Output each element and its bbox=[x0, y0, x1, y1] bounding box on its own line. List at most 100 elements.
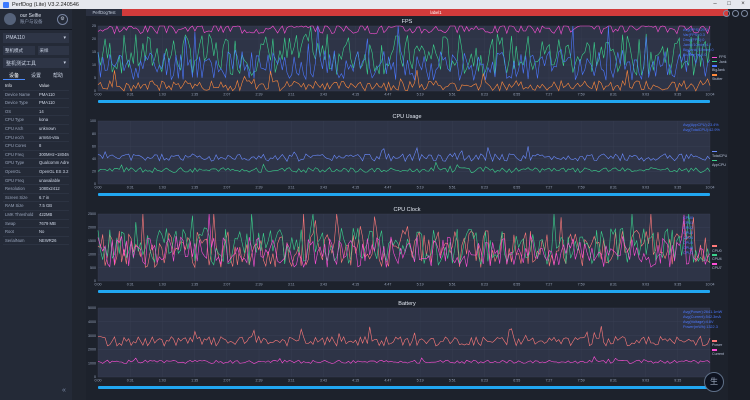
more-icon[interactable] bbox=[741, 10, 748, 17]
x-tick-label: 5:51 bbox=[449, 283, 456, 287]
y-tick-label: 5 bbox=[94, 76, 96, 80]
x-tick-label: 2:39 bbox=[256, 379, 263, 383]
x-tick-label: 4:47 bbox=[384, 186, 391, 190]
chart-legend-summary: Avg(AppCPU):23.4% Avg(TotalCPU):42.9% bbox=[683, 123, 720, 133]
info-row: OS 14 bbox=[3, 108, 69, 117]
info-key: CPU Cores bbox=[5, 143, 27, 149]
info-value: 7.5 GB bbox=[39, 203, 53, 209]
x-tick-label: 2:39 bbox=[256, 283, 263, 287]
info-key: RAM Size bbox=[5, 203, 24, 209]
info-header: Info Value bbox=[3, 82, 69, 91]
series-key[interactable]: CPU0 bbox=[712, 244, 728, 253]
info-row: Root No bbox=[3, 228, 69, 237]
timeline-scrollbar[interactable] bbox=[98, 100, 710, 103]
x-tick-label: 3:43 bbox=[320, 93, 327, 97]
x-tick-label: 4:15 bbox=[352, 379, 359, 383]
pin-icon[interactable] bbox=[723, 10, 730, 17]
info-row: LMK Threshold 422MB bbox=[3, 211, 69, 220]
x-tick-label: 0:31 bbox=[127, 283, 134, 287]
x-tick-label: 9:03 bbox=[642, 93, 649, 97]
user-panel[interactable]: our Selfie 账户与设备 ⚙ bbox=[0, 9, 72, 30]
tab-help[interactable]: 帮助 bbox=[47, 72, 69, 80]
series-key[interactable]: TotalCPU bbox=[712, 149, 728, 158]
y-tick-label: 1000 bbox=[88, 252, 96, 256]
app-window: PerfDog (Lite) V3.2.240546 – □ × our Sel… bbox=[0, 0, 750, 400]
tab-label1[interactable]: label1 bbox=[122, 9, 750, 16]
info-key: Swap bbox=[5, 220, 16, 226]
series-key[interactable]: CPU4 bbox=[712, 253, 728, 262]
timeline-scrollbar[interactable] bbox=[98, 290, 710, 293]
x-tick-label: 7:59 bbox=[578, 283, 585, 287]
app-select[interactable]: 整机测试工具 ▾ bbox=[3, 58, 69, 68]
device-name: PMA110 bbox=[6, 35, 25, 41]
maximize-icon[interactable]: □ bbox=[722, 0, 736, 9]
sample-select[interactable]: 采样 bbox=[37, 46, 69, 55]
tab-perfdogtest[interactable]: PerfDogTest bbox=[86, 9, 122, 16]
x-tick-label: 6:23 bbox=[481, 283, 488, 287]
y-tick-label: 60 bbox=[92, 144, 96, 148]
x-tick-label: 0:00 bbox=[95, 93, 102, 97]
y-tick-label: 10 bbox=[92, 63, 96, 67]
right-bar-icons bbox=[723, 10, 748, 17]
info-value: unavailable bbox=[39, 177, 61, 183]
y-tick-label: 2000 bbox=[88, 226, 96, 230]
series-key[interactable]: Stutter bbox=[712, 73, 728, 82]
series-key-label: Current bbox=[712, 352, 724, 357]
x-tick-label: 4:47 bbox=[384, 379, 391, 383]
series-key[interactable]: Current bbox=[712, 348, 728, 357]
y-tick-label: 80 bbox=[92, 132, 96, 136]
tab-settings[interactable]: 设置 bbox=[25, 72, 47, 80]
info-row: CPU Arch unknown bbox=[3, 125, 69, 134]
collapse-icon[interactable]: « bbox=[62, 387, 66, 394]
x-tick-label: 5:19 bbox=[417, 283, 424, 287]
top-tabs: PerfDogTest label1 bbox=[86, 9, 750, 16]
series-key[interactable]: CPU7 bbox=[712, 262, 728, 271]
timeline-scrollbar[interactable] bbox=[98, 386, 710, 389]
x-tick-label: 3:11 bbox=[288, 186, 295, 190]
tab-device[interactable]: 设备 bbox=[3, 72, 25, 80]
window-title: PerfDog (Lite) V3.2.240546 bbox=[12, 1, 79, 8]
info-key: GPU Type bbox=[5, 160, 25, 166]
info-value: No bbox=[39, 229, 45, 235]
plot-area[interactable] bbox=[98, 121, 710, 184]
info-row: Resolution 1080x2412 bbox=[3, 185, 69, 194]
x-tick-label: 9:35 bbox=[674, 379, 681, 383]
x-tick-label: 1:35 bbox=[191, 379, 198, 383]
device-select[interactable]: PMA110 ▾ bbox=[3, 33, 69, 43]
series-swatch bbox=[712, 340, 717, 342]
x-tick-label: 1:35 bbox=[191, 186, 198, 190]
series-swatch bbox=[712, 150, 717, 153]
mode-select[interactable]: 整机模式 bbox=[3, 46, 35, 55]
plot-area[interactable] bbox=[98, 214, 710, 281]
mode-row: 整机模式 采样 bbox=[3, 46, 69, 55]
series-key[interactable]: BigJank bbox=[712, 64, 728, 73]
close-icon[interactable]: × bbox=[736, 0, 750, 9]
window-controls: – □ × bbox=[708, 0, 750, 9]
info-value: 7679 MB bbox=[39, 220, 56, 226]
info-row: CPU Freq 300MHz~1804MHz bbox=[3, 151, 69, 160]
gear-icon[interactable]: ⚙ bbox=[57, 13, 68, 25]
x-tick-label: 0:00 bbox=[95, 283, 102, 287]
series-key-label: TotalCPU bbox=[712, 153, 728, 158]
info-key: Device Type bbox=[5, 100, 28, 106]
user-avatar[interactable] bbox=[4, 13, 16, 25]
series-swatch bbox=[712, 65, 717, 67]
info-value: arm64-v8a bbox=[39, 134, 60, 140]
x-tick-label: 8:31 bbox=[610, 283, 617, 287]
info-value: 8 bbox=[39, 143, 42, 149]
x-tick-label: 2:07 bbox=[223, 379, 230, 383]
info-key: Resolution bbox=[5, 186, 25, 192]
y-tick-label: 15 bbox=[92, 50, 96, 54]
chevron-down-icon: ▾ bbox=[63, 60, 66, 66]
right-bar bbox=[723, 9, 750, 400]
x-tick-label: 3:11 bbox=[288, 379, 295, 383]
series-key[interactable]: Power bbox=[712, 339, 728, 348]
watermark-logo: 生 bbox=[704, 372, 724, 392]
x-tick-label: 7:27 bbox=[545, 93, 552, 97]
minimize-icon[interactable]: – bbox=[708, 0, 722, 9]
timeline-scrollbar[interactable] bbox=[98, 193, 710, 196]
series-key[interactable]: AppCPU bbox=[712, 158, 728, 167]
x-tick-label: 2:07 bbox=[223, 93, 230, 97]
x-tick-label: 9:03 bbox=[642, 186, 649, 190]
settings-icon[interactable] bbox=[732, 10, 739, 17]
